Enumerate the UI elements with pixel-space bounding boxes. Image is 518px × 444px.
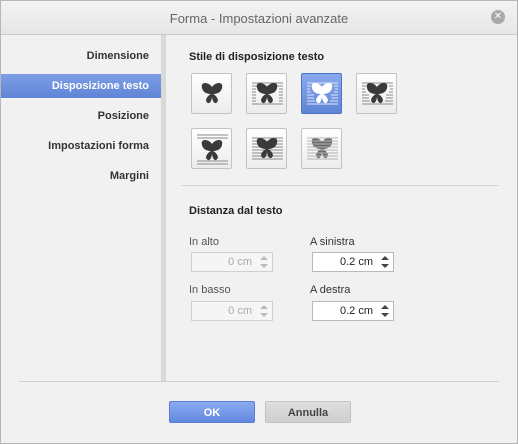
wrap-tight-icon [307, 82, 338, 105]
spin-arrows-icon [259, 255, 269, 269]
bottom-distance-value: 0 cm [228, 305, 252, 317]
right-distance-value: 0.2 cm [339, 305, 373, 317]
wrap-inline-icon [201, 83, 223, 104]
wrap-through-button[interactable] [356, 73, 397, 114]
wrap-top-bottom-icon [197, 134, 228, 165]
advanced-settings-dialog: Forma - Impostazioni avanzate ✕ Dimensio… [0, 0, 518, 444]
bottom-distance-spinner[interactable]: 0 cm [191, 301, 273, 321]
wrapping-style-title: Stile di disposizione testo [189, 51, 325, 63]
sidebar: Dimensione Disposizione testo Posizione … [1, 35, 162, 381]
distance-title: Distanza dal testo [189, 205, 283, 217]
spin-arrows-icon[interactable] [380, 304, 390, 318]
sidebar-item-disposizione-testo[interactable]: Disposizione testo [1, 74, 161, 98]
wrap-behind-button[interactable] [301, 128, 342, 169]
footer-divider [19, 381, 499, 382]
left-distance-label: A sinistra [310, 236, 355, 248]
close-icon[interactable]: ✕ [491, 10, 505, 24]
sidebar-item-impostazioni-forma[interactable]: Impostazioni forma [1, 134, 149, 158]
wrap-top-bottom-button[interactable] [191, 128, 232, 169]
dialog-title: Forma - Impostazioni avanzate [169, 11, 349, 26]
spin-arrows-icon[interactable] [380, 255, 390, 269]
top-distance-spinner[interactable]: 0 cm [191, 252, 273, 272]
top-distance-label: In alto [189, 236, 219, 248]
wrap-square-icon [252, 82, 283, 105]
top-distance-value: 0 cm [228, 256, 252, 268]
sidebar-item-margini[interactable]: Margini [1, 164, 149, 188]
wrap-in-front-icon [252, 137, 283, 160]
wrap-behind-icon [307, 137, 338, 160]
left-distance-value: 0.2 cm [339, 256, 373, 268]
section-divider [181, 185, 499, 186]
left-distance-spinner[interactable]: 0.2 cm [312, 252, 394, 272]
title-bar[interactable]: Forma - Impostazioni avanzate ✕ [1, 1, 517, 35]
right-distance-label: A destra [310, 284, 351, 296]
cancel-button[interactable]: Annulla [265, 401, 351, 423]
sidebar-item-posizione[interactable]: Posizione [1, 104, 149, 128]
main-panel: Stile di disposizione testo Distanza dal… [166, 35, 517, 381]
wrap-tight-button[interactable] [301, 73, 342, 114]
sidebar-item-dimensione[interactable]: Dimensione [1, 44, 149, 68]
wrap-square-button[interactable] [246, 73, 287, 114]
right-distance-spinner[interactable]: 0.2 cm [312, 301, 394, 321]
ok-button[interactable]: OK [169, 401, 255, 423]
bottom-distance-label: In basso [189, 284, 231, 296]
wrap-in-front-button[interactable] [246, 128, 287, 169]
spin-arrows-icon [259, 304, 269, 318]
wrap-through-icon [362, 82, 393, 105]
wrap-inline-button[interactable] [191, 73, 232, 114]
sidebar-item-label: Disposizione testo [51, 80, 149, 92]
